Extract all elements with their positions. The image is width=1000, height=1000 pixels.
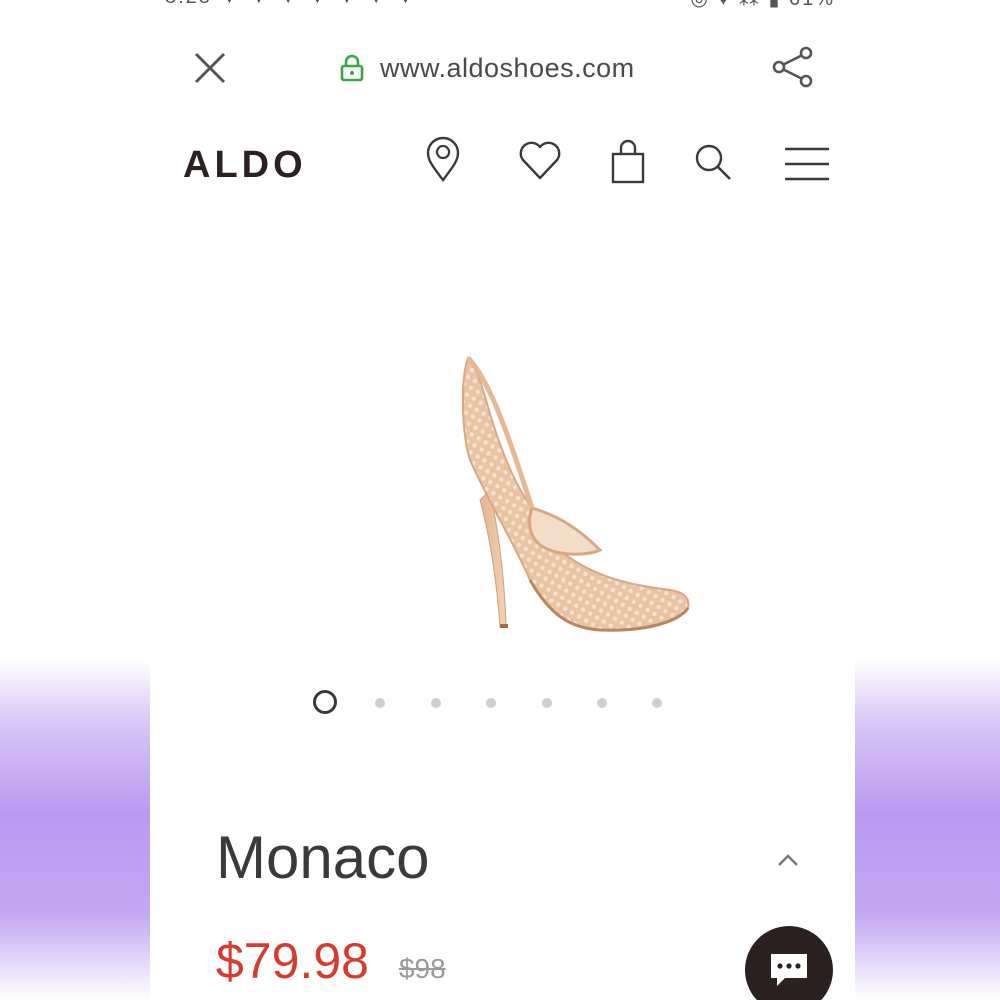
carousel-dot[interactable] [486, 698, 496, 708]
phone-screen: 8:28 ▼ ▼ ▼ ▼ ▼ ▼ ▼ ◎ ♥ ⁂ ▮ 61% www.aldos… [150, 0, 855, 1000]
url-bar[interactable]: www.aldoshoes.com [340, 50, 635, 86]
share-button[interactable] [770, 44, 816, 90]
image-carousel-dots [150, 690, 855, 716]
collapse-details-button[interactable] [772, 848, 804, 872]
close-button[interactable] [190, 48, 230, 88]
product-image[interactable] [300, 340, 700, 640]
wishlist-button[interactable] [517, 136, 563, 186]
chevron-up-icon [778, 854, 798, 866]
carousel-dot[interactable] [375, 698, 385, 708]
menu-button[interactable] [782, 136, 832, 186]
close-icon [194, 52, 226, 84]
product-name: Monaco [216, 824, 430, 891]
background-gradient-right [855, 660, 1000, 1000]
shopping-bag-button[interactable] [605, 136, 651, 186]
url-text: www.aldoshoes.com [380, 52, 635, 83]
location-pin-icon [426, 136, 460, 182]
search-icon [695, 144, 731, 180]
status-indicators: ◎ ♥ ⁂ ▮ 61% [690, 0, 835, 11]
store-locator-button[interactable] [420, 136, 466, 186]
carousel-dot[interactable] [597, 698, 607, 708]
heart-icon [519, 141, 561, 180]
search-button[interactable] [690, 136, 736, 186]
original-price: $98 [398, 953, 446, 984]
share-icon [772, 46, 813, 88]
lock-icon [340, 54, 364, 82]
hamburger-menu-icon [785, 147, 829, 181]
price-row: $79.98 $98 [216, 932, 446, 990]
chat-button[interactable] [745, 926, 833, 1000]
carousel-dot[interactable] [652, 698, 662, 708]
site-header: ALDO [150, 132, 855, 196]
status-time: 8:28 ▼ ▼ ▼ ▼ ▼ ▼ ▼ [165, 0, 417, 9]
browser-bar: www.aldoshoes.com [150, 36, 855, 100]
carousel-dot[interactable] [542, 698, 552, 708]
background-gradient-left [0, 660, 150, 1000]
carousel-dot[interactable] [431, 698, 441, 708]
sale-price: $79.98 [216, 933, 369, 989]
shopping-bag-icon [611, 139, 645, 184]
status-bar: 8:28 ▼ ▼ ▼ ▼ ▼ ▼ ▼ ◎ ♥ ⁂ ▮ 61% [150, 0, 855, 10]
chat-bubble-icon [771, 954, 807, 986]
aldo-logo[interactable]: ALDO [183, 144, 307, 187]
carousel-dot[interactable] [313, 690, 337, 714]
